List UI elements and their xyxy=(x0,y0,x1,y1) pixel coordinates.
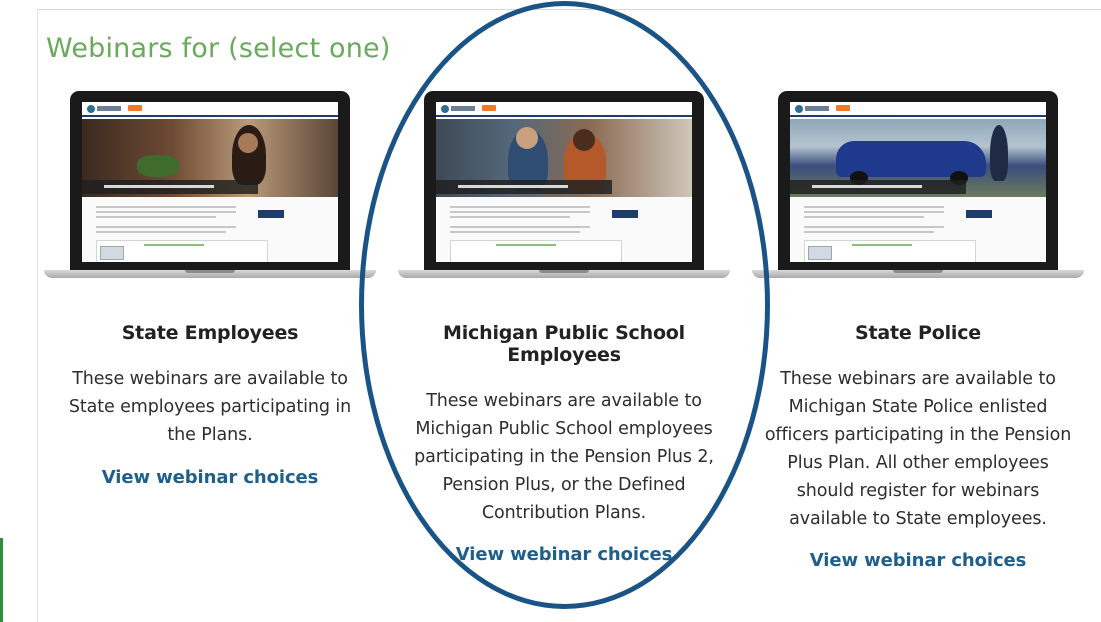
page-title: Webinars for (select one) xyxy=(46,33,391,64)
screen-hero-image xyxy=(82,119,338,197)
laptop-lid xyxy=(70,91,350,270)
content-frame-top-border xyxy=(37,9,1101,10)
webinar-card-state-employees: State Employees These webinars are avail… xyxy=(40,88,380,488)
laptop-screen xyxy=(82,102,338,262)
card-description: These webinars are available to State em… xyxy=(68,369,352,445)
laptop-lid xyxy=(778,91,1058,270)
laptop-screen xyxy=(436,102,692,262)
voya-logo-icon xyxy=(128,105,142,111)
screen-site-header xyxy=(82,102,338,117)
card-heading: State Police xyxy=(855,322,981,344)
laptop-lid xyxy=(424,91,704,270)
laptop-preview-image[interactable] xyxy=(40,88,380,288)
voya-logo-icon xyxy=(482,105,496,111)
view-webinar-choices-link[interactable]: View webinar choices xyxy=(40,467,380,488)
view-webinar-choices-link[interactable]: View webinar choices xyxy=(394,544,734,565)
card-description: These webinars are available to Michigan… xyxy=(414,391,714,523)
left-edge-accent xyxy=(0,538,3,622)
screen-site-header xyxy=(790,102,1046,117)
view-webinar-choices-link[interactable]: View webinar choices xyxy=(748,550,1088,571)
card-heading: Michigan Public School Employees xyxy=(443,322,685,366)
site-logo-icon xyxy=(87,105,95,113)
card-heading: State Employees xyxy=(121,322,299,344)
site-logo-icon xyxy=(441,105,449,113)
screen-site-header xyxy=(436,102,692,117)
screen-hero-image xyxy=(790,119,1046,197)
webinar-card-state-police: State Police These webinars are availabl… xyxy=(748,88,1088,571)
laptop-screen xyxy=(790,102,1046,262)
card-description: These webinars are available to Michigan… xyxy=(764,369,1072,529)
screen-hero-image xyxy=(436,119,692,197)
laptop-preview-image[interactable] xyxy=(748,88,1088,288)
voya-logo-icon xyxy=(836,105,850,111)
laptop-preview-image[interactable] xyxy=(394,88,734,288)
site-logo-icon xyxy=(795,105,803,113)
content-frame-left-border xyxy=(37,9,38,622)
webinar-card-michigan-public-school-employees: Michigan Public School Employees These w… xyxy=(394,88,734,565)
